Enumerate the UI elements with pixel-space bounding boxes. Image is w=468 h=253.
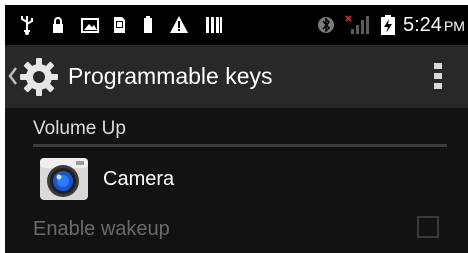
action-bar: Programmable keys: [5, 45, 468, 108]
camera-icon: [40, 158, 88, 200]
clock-time: 5:24: [403, 14, 442, 36]
battery-charging-icon: [381, 15, 395, 35]
status-bar: 5:24 PM: [5, 5, 468, 45]
clock: 5:24 PM: [403, 14, 465, 37]
item-label: Camera: [103, 168, 175, 190]
lock-icon: [53, 17, 63, 33]
enable-wakeup-checkbox[interactable]: [417, 216, 439, 238]
back-chevron-icon[interactable]: [8, 65, 18, 87]
enable-wakeup-label: Enable wakeup: [33, 218, 170, 240]
usb-icon: [21, 16, 33, 35]
image-icon: [81, 18, 99, 33]
section-header: Volume Up: [33, 118, 126, 139]
warning-icon: [170, 16, 188, 33]
overflow-menu-icon[interactable]: [425, 61, 451, 91]
section-divider: [33, 144, 447, 147]
battery-small-icon: [144, 16, 152, 33]
barcode-icon: [206, 17, 222, 33]
page-title: Programmable keys: [68, 63, 273, 89]
phone-screen: 5:24 PM Programmable keys Volume Up Came…: [5, 5, 468, 253]
key-action-item[interactable]: Camera: [5, 150, 468, 208]
sd-card-icon: [114, 17, 125, 33]
clock-ampm: PM: [443, 18, 465, 34]
bluetooth-icon: [318, 17, 334, 33]
enable-wakeup-row[interactable]: Enable wakeup: [5, 208, 468, 253]
settings-content: Volume Up Camera Enable wakeup: [5, 108, 468, 253]
gear-icon[interactable]: [19, 57, 59, 97]
no-signal-icon: [345, 15, 369, 34]
